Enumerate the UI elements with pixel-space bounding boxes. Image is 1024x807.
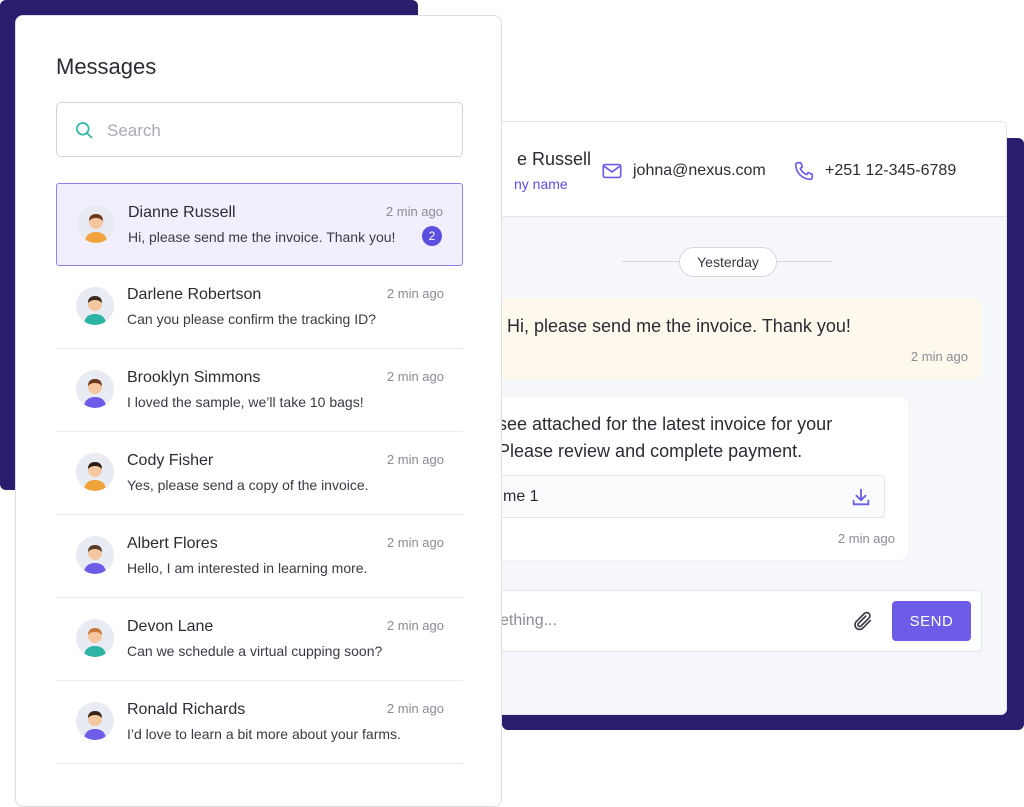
avatar	[76, 287, 114, 325]
outgoing-message-line2: Please review and complete payment.	[498, 441, 803, 461]
outgoing-message-time: 2 min ago	[837, 531, 895, 546]
incoming-message-time: 2 min ago	[910, 349, 968, 364]
conversation-item[interactable]: Darlene Robertson 2 min ago Can you please…	[56, 266, 463, 349]
conversation-time: 2 min ago	[385, 204, 443, 219]
outgoing-message-line1: see attached for the latest invoice for …	[498, 414, 833, 434]
conversation-preview: Can you please confirm the tracking ID?	[127, 311, 377, 327]
conversation-name: Darlene Robertson	[127, 286, 262, 303]
conversation-name: Albert Flores	[127, 535, 218, 552]
avatar	[77, 205, 115, 243]
message-input[interactable]: ething...	[500, 612, 557, 630]
message-composer[interactable]: ething... SEND	[471, 590, 982, 652]
conversation-preview: Yes, please send a copy of the invoice.	[127, 477, 369, 493]
conversation-time: 2 min ago	[386, 452, 444, 467]
date-divider: Yesterday	[679, 247, 777, 277]
paperclip-icon[interactable]	[852, 610, 874, 632]
search-icon	[76, 122, 93, 139]
search-placeholder: Search	[107, 121, 161, 140]
conversation-time: 2 min ago	[386, 618, 444, 633]
contact-phone-text: +251 12-345-6789	[825, 162, 957, 179]
panel-title: Messages	[56, 54, 157, 79]
conversation-item[interactable]: Albert Flores 2 min ago Hello, I am intere…	[56, 515, 463, 598]
avatar	[76, 370, 114, 408]
conversation-preview: I’d love to learn a bit more about your …	[127, 726, 401, 742]
avatar	[76, 453, 114, 491]
outgoing-message: see attached for the latest invoice for …	[471, 397, 908, 560]
avatar	[76, 619, 114, 657]
messages-panel: Messages Search Dianne Russell 2 min ago H…	[15, 15, 502, 807]
download-icon[interactable]	[850, 486, 872, 508]
conversation-preview: Hello, I am interested in learning more.	[127, 560, 368, 576]
conversation-list: Dianne Russell 2 min ago Hi, please send m…	[56, 183, 463, 764]
chat-header: e Russell ny name johna@nexus.com +251 1…	[471, 122, 1006, 217]
attachment-file[interactable]: me 1	[471, 475, 885, 518]
mail-icon	[602, 163, 622, 179]
incoming-message-text: Hi, please send me the invoice. Thank yo…	[507, 316, 851, 336]
incoming-message: Hi, please send me the invoice. Thank yo…	[471, 298, 982, 379]
conversation-time: 2 min ago	[386, 535, 444, 550]
contact-email-text: johna@nexus.com	[633, 162, 766, 179]
conversation-name: Brooklyn Simmons	[127, 369, 261, 386]
conversation-name: Dianne Russell	[128, 204, 236, 221]
date-divider-line-right	[777, 261, 833, 262]
conversation-time: 2 min ago	[386, 701, 444, 716]
contact-phone[interactable]: +251 12-345-6789	[793, 160, 956, 182]
conversation-item[interactable]: Cody Fisher 2 min ago Yes, please send a c…	[56, 432, 463, 515]
conversation-item[interactable]: Dianne Russell 2 min ago Hi, please send m…	[56, 183, 463, 266]
contact-name: e Russell	[517, 149, 592, 169]
search-input[interactable]: Search	[56, 102, 463, 157]
contact-email[interactable]: johna@nexus.com	[601, 160, 766, 182]
attachment-filename: me 1	[503, 488, 539, 505]
unread-badge: 2	[422, 226, 442, 246]
conversation-name: Cody Fisher	[127, 452, 214, 469]
conversation-time: 2 min ago	[386, 286, 444, 301]
send-button[interactable]: SEND	[892, 601, 971, 641]
avatar	[76, 702, 114, 740]
conversation-time: 2 min ago	[386, 369, 444, 384]
conversation-item[interactable]: Ronald Richards 2 min ago I’d love to lear…	[56, 681, 463, 764]
conversation-preview: I loved the sample, we’ll take 10 bags!	[127, 394, 364, 410]
phone-icon	[794, 161, 814, 181]
date-divider-line-left	[622, 261, 679, 262]
avatar	[76, 536, 114, 574]
conversation-name: Devon Lane	[127, 618, 214, 635]
conversation-preview: Can we schedule a virtual cupping soon?	[127, 643, 383, 659]
conversation-item[interactable]: Brooklyn Simmons 2 min ago I loved the sam…	[56, 349, 463, 432]
chat-panel: e Russell ny name johna@nexus.com +251 1…	[470, 121, 1007, 715]
conversation-preview: Hi, please send me the invoice. Thank yo…	[128, 229, 396, 245]
contact-company[interactable]: ny name	[514, 176, 568, 192]
conversation-name: Ronald Richards	[127, 701, 246, 718]
conversation-item[interactable]: Devon Lane 2 min ago Can we schedule a vir…	[56, 598, 463, 681]
